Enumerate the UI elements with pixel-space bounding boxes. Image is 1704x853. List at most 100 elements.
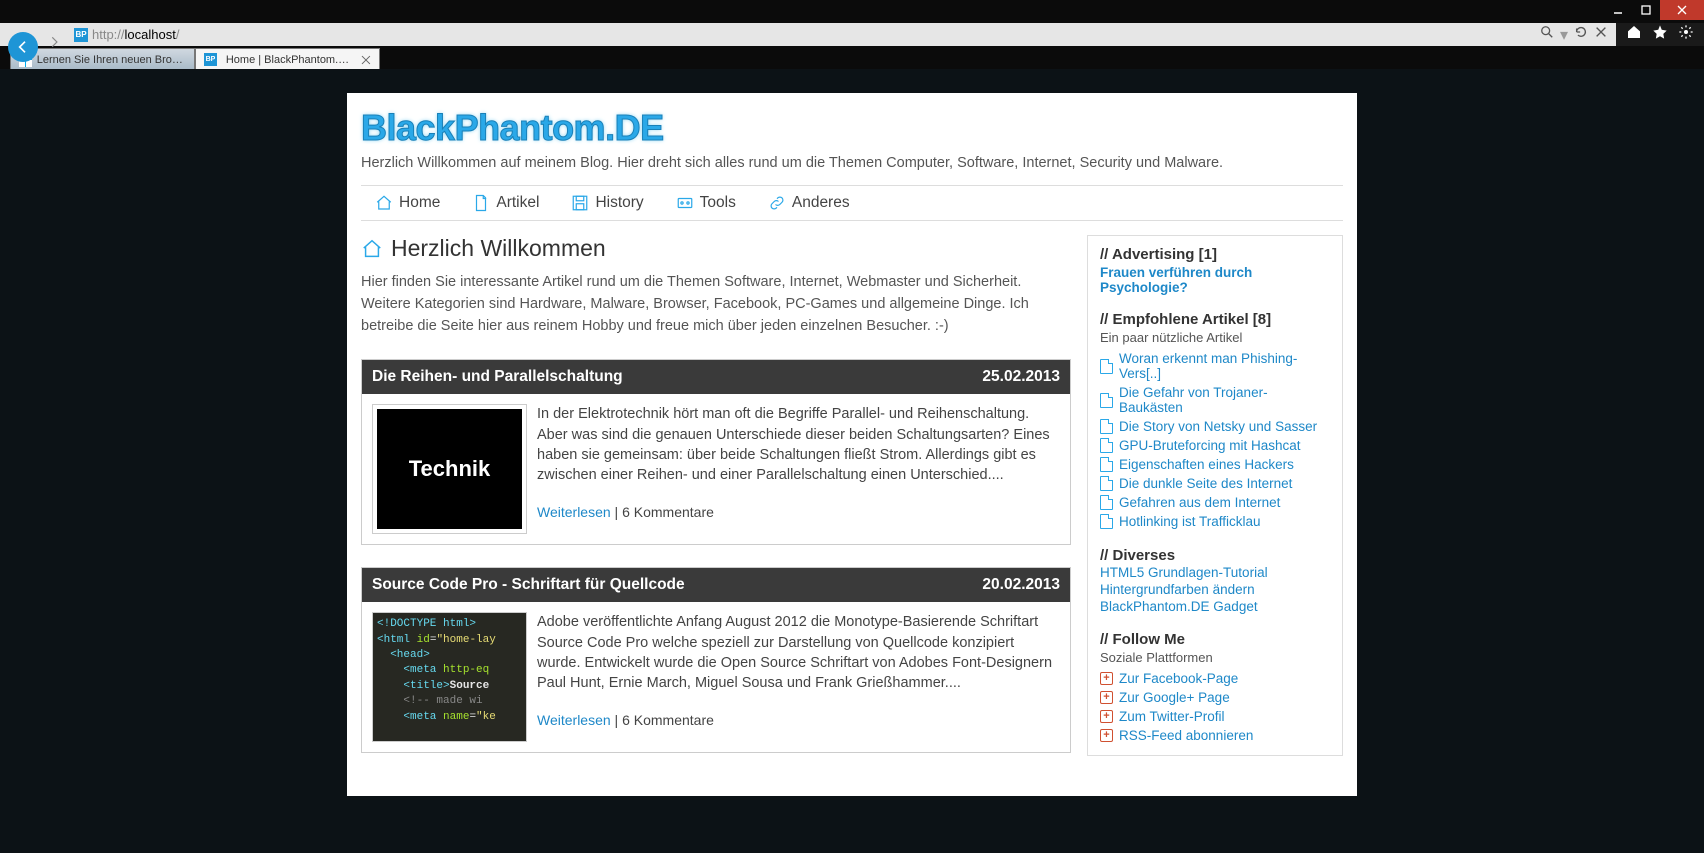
nav-history[interactable]: History: [571, 194, 643, 212]
maximize-button[interactable]: [1632, 0, 1660, 20]
document-icon: [1100, 476, 1113, 491]
list-item: + RSS-Feed abonnieren: [1100, 726, 1330, 745]
article-title[interactable]: Source Code Pro - Schriftart für Quellco…: [372, 576, 685, 594]
document-icon: [1100, 419, 1113, 434]
sidebar-link[interactable]: Zum Twitter-Profil: [1119, 709, 1225, 724]
document-icon: [1100, 438, 1113, 453]
nav-home[interactable]: Home: [375, 194, 440, 212]
refresh-icon[interactable]: [1574, 25, 1588, 44]
sidebar-link[interactable]: GPU-Bruteforcing mit Hashcat: [1119, 438, 1301, 453]
document-icon: [472, 194, 490, 212]
forward-button[interactable]: [44, 35, 64, 49]
list-item: Eigenschaften eines Hackers: [1100, 455, 1330, 474]
sidebar-link[interactable]: Gefahren aus dem Internet: [1119, 495, 1280, 510]
window-titlebar: [0, 0, 1704, 23]
article-date: 20.02.2013: [982, 576, 1060, 594]
sidebar: // Advertising [1] Frauen verführen durc…: [1087, 235, 1343, 756]
page-viewport[interactable]: BlackPhantom.DE Herzlich Willkommen auf …: [0, 69, 1704, 853]
home-icon: [361, 238, 383, 260]
plus-icon: +: [1100, 691, 1113, 704]
list-item: Woran erkennt man Phishing-Vers[..]: [1100, 349, 1330, 383]
link-icon: [768, 194, 786, 212]
plus-icon: +: [1100, 672, 1113, 685]
sidebar-link[interactable]: Die Gefahr von Trojaner-Baukästen: [1119, 385, 1330, 415]
document-icon: [1100, 495, 1113, 510]
tools-icon: [676, 194, 694, 212]
comment-count: 6 Kommentare: [622, 712, 714, 728]
list-item: Die Story von Netsky und Sasser: [1100, 417, 1330, 436]
sidebar-link[interactable]: RSS-Feed abonnieren: [1119, 728, 1253, 743]
article-excerpt: Adobe veröffentlichte Anfang August 2012…: [537, 614, 1052, 691]
main-nav: Home Artikel History Tools Anderes: [361, 185, 1343, 221]
floppy-icon: [571, 194, 589, 212]
close-button[interactable]: [1660, 0, 1704, 20]
minimize-button[interactable]: [1604, 0, 1632, 20]
favorites-icon[interactable]: [1652, 24, 1668, 45]
sidebar-heading-recommended: // Empfohlene Artikel [8]: [1100, 311, 1330, 328]
sidebar-link[interactable]: Hintergrundfarben ändern: [1100, 581, 1330, 598]
sidebar-link[interactable]: BlackPhantom.DE Gadget: [1100, 598, 1330, 615]
list-item: Die Gefahr von Trojaner-Baukästen: [1100, 383, 1330, 417]
tab-active[interactable]: BP Home | BlackPhantom.DE: [195, 48, 380, 70]
page-content: BlackPhantom.DE Herzlich Willkommen auf …: [347, 93, 1357, 796]
plus-icon: +: [1100, 710, 1113, 723]
sidebar-link[interactable]: Hotlinking ist Trafficklau: [1119, 514, 1261, 529]
sidebar-link[interactable]: Die dunkle Seite des Internet: [1119, 476, 1292, 491]
recommended-list: Woran erkennt man Phishing-Vers[..] Die G…: [1100, 349, 1330, 531]
list-item: Gefahren aus dem Internet: [1100, 493, 1330, 512]
search-icon[interactable]: [1540, 25, 1554, 44]
read-more-link[interactable]: Weiterlesen: [537, 712, 611, 728]
home-icon: [375, 194, 393, 212]
sidebar-link[interactable]: Zur Google+ Page: [1119, 690, 1230, 705]
sidebar-sub: Ein paar nützliche Artikel: [1100, 330, 1330, 345]
list-item: + Zur Facebook-Page: [1100, 669, 1330, 688]
sidebar-heading-diverses: // Diverses: [1100, 547, 1330, 564]
list-item: Die dunkle Seite des Internet: [1100, 474, 1330, 493]
sidebar-heading-follow: // Follow Me: [1100, 631, 1330, 648]
article-date: 25.02.2013: [982, 368, 1060, 386]
list-item: + Zum Twitter-Profil: [1100, 707, 1330, 726]
site-title[interactable]: BlackPhantom.DE: [361, 107, 1343, 149]
address-bar[interactable]: http://localhost/: [92, 27, 1532, 42]
tab-label: Home | BlackPhantom.DE: [226, 54, 352, 66]
diverses-list: HTML5 Grundlagen-TutorialHintergrundfarb…: [1100, 564, 1330, 615]
home-icon[interactable]: [1626, 24, 1642, 45]
article: Die Reihen- und Parallelschaltung 25.02.…: [361, 359, 1071, 545]
read-more-link[interactable]: Weiterlesen: [537, 504, 611, 520]
stop-icon[interactable]: [1594, 25, 1608, 44]
welcome-text: Hier finden Sie interessante Artikel run…: [361, 272, 1071, 337]
nav-anderes[interactable]: Anderes: [768, 194, 850, 212]
sidebar-sub: Soziale Plattformen: [1100, 650, 1330, 665]
sidebar-link[interactable]: Die Story von Netsky und Sasser: [1119, 419, 1317, 434]
sidebar-link[interactable]: HTML5 Grundlagen-Tutorial: [1100, 564, 1330, 581]
list-item: Hotlinking ist Trafficklau: [1100, 512, 1330, 531]
tools-icon[interactable]: [1678, 24, 1694, 45]
tab-close-icon[interactable]: [361, 55, 371, 65]
site-favicon-icon: BP: [204, 53, 217, 66]
back-button[interactable]: [8, 32, 38, 62]
welcome-heading: Herzlich Willkommen: [361, 235, 1071, 262]
document-icon: [1100, 393, 1113, 408]
tab-strip: Lernen Sie Ihren neuen Browse... BP Home…: [0, 46, 1704, 70]
document-icon: [1100, 457, 1113, 472]
document-icon: [1100, 514, 1113, 529]
site-favicon-icon: BP: [74, 28, 88, 42]
plus-icon: +: [1100, 729, 1113, 742]
nav-tools[interactable]: Tools: [676, 194, 736, 212]
sidebar-link[interactable]: Woran erkennt man Phishing-Vers[..]: [1119, 351, 1330, 381]
sidebar-link[interactable]: Eigenschaften eines Hackers: [1119, 457, 1294, 472]
list-item: + Zur Google+ Page: [1100, 688, 1330, 707]
sidebar-link[interactable]: Zur Facebook-Page: [1119, 671, 1238, 686]
article-title[interactable]: Die Reihen- und Parallelschaltung: [372, 368, 623, 386]
sidebar-heading-advertising: // Advertising [1]: [1100, 246, 1330, 263]
document-icon: [1100, 359, 1113, 374]
nav-artikel[interactable]: Artikel: [472, 194, 539, 212]
article-thumbnail[interactable]: Technik: [372, 404, 527, 534]
site-tagline: Herzlich Willkommen auf meinem Blog. Hie…: [361, 155, 1343, 171]
sidebar-ad-link[interactable]: Frauen verführen durch Psychologie?: [1100, 265, 1330, 295]
article: Source Code Pro - Schriftart für Quellco…: [361, 567, 1071, 753]
address-bar-row: BP http://localhost/ ▾: [0, 23, 1704, 46]
list-item: GPU-Bruteforcing mit Hashcat: [1100, 436, 1330, 455]
article-thumbnail[interactable]: <!DOCTYPE html> <html id="home-lay <head…: [372, 612, 527, 742]
comment-count: 6 Kommentare: [622, 504, 714, 520]
